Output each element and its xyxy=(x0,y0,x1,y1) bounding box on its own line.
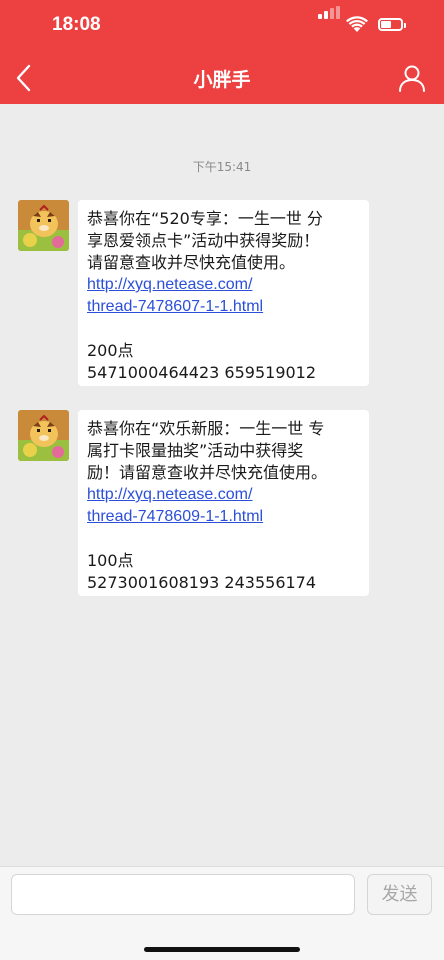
home-indicator[interactable] xyxy=(144,947,300,952)
message-input[interactable] xyxy=(11,874,355,915)
reward-code: 5273001608193 243556174 xyxy=(87,573,317,592)
message-text-line: 请留意查收并尽快充值使用。 xyxy=(87,253,296,272)
message-text-line: 享恩爱领点卡”活动中获得奖励！ xyxy=(87,231,320,250)
message-text-line: 励！请留意查收并尽快充值使用。 xyxy=(87,463,328,482)
message-bubble: 恭喜你在“欢乐新服：一生一世 专 属打卡限量抽奖”活动中获得奖 励！请留意查收并… xyxy=(78,410,369,596)
sender-avatar[interactable] xyxy=(18,200,69,251)
user-icon[interactable] xyxy=(396,62,428,94)
tiger-avatar-icon xyxy=(18,200,69,251)
message-link[interactable]: thread-7478607-1-1.html xyxy=(87,296,360,318)
battery-icon xyxy=(378,18,406,31)
message-link[interactable]: http://xyq.netease.com/ xyxy=(87,274,360,296)
chat-timestamp: 下午15:41 xyxy=(192,160,252,174)
tiger-avatar-icon xyxy=(18,410,69,461)
message-text-line: 属打卡限量抽奖”活动中获得奖 xyxy=(87,441,304,460)
header-bar: 18:08 小胖手 xyxy=(0,0,444,104)
reward-points: 100点 xyxy=(87,551,134,570)
message-link[interactable]: http://xyq.netease.com/ xyxy=(87,484,360,506)
reward-points: 200点 xyxy=(87,341,134,360)
status-bar: 18:08 xyxy=(0,0,444,52)
status-time: 18:08 xyxy=(52,14,101,35)
message-bubble: 恭喜你在“520专享：一生一世 分 享恩爱领点卡”活动中获得奖励！ 请留意查收并… xyxy=(78,200,369,386)
message-link[interactable]: thread-7478609-1-1.html xyxy=(87,506,360,528)
page-title: 小胖手 xyxy=(193,69,251,91)
navigation-bar: 小胖手 xyxy=(0,52,444,104)
wifi-icon xyxy=(346,16,368,32)
sender-avatar[interactable] xyxy=(18,410,69,461)
reward-code: 5471000464423 659519012 xyxy=(87,363,317,382)
message-text-line: 恭喜你在“520专享：一生一世 分 xyxy=(87,209,323,228)
message-input-bar: 发送 xyxy=(0,866,444,960)
message-text-line: 恭喜你在“欢乐新服：一生一世 专 xyxy=(87,419,325,438)
send-button[interactable]: 发送 xyxy=(367,874,432,915)
